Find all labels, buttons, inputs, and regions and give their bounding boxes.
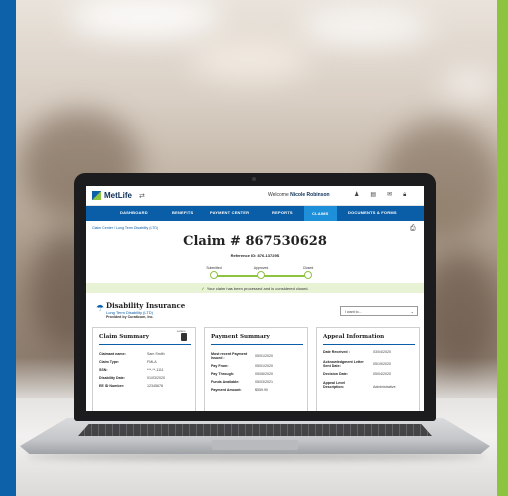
row-value: Sam Smith [147, 352, 165, 356]
lock-icon[interactable]: 🔒︎ [403, 191, 406, 199]
welcome-message: Welcome Nicole Robinson [268, 192, 330, 198]
row-key: Payment Amount: [211, 388, 242, 392]
claim-reference: Reference ID: 876-13729S [230, 253, 280, 258]
status-banner-text: ✓ Your claim has been processed and is co… [86, 286, 424, 291]
user-icon[interactable]: ♟ [354, 191, 359, 199]
row-value: 05/03/2021 [255, 380, 273, 384]
brand-stripe-right [497, 0, 508, 496]
coverage-provider: Provided by Curaticum, Inc. [106, 315, 154, 319]
row-key: Funds Available: [211, 380, 240, 384]
chevron-down-icon: ⌄ [410, 309, 414, 314]
claim-summary-card: Claim Summary Letters Claimant name: Sam… [92, 327, 196, 411]
row-key: Claimant name: [99, 352, 126, 356]
card-divider [99, 344, 191, 345]
swap-icon[interactable]: ⇄ [139, 192, 145, 200]
step-label: Closed [302, 266, 314, 270]
row-key: Disability Date: [99, 376, 125, 380]
laptop-trackpad [212, 440, 298, 450]
logo-text: MetLife [104, 191, 132, 200]
appeal-info-title: Appeal Information [323, 334, 385, 340]
breadcrumb[interactable]: Claim Center / Long Term Disability (LTD… [92, 226, 158, 230]
nav-payment-center[interactable]: PAYMENT CENTER [210, 210, 249, 215]
umbrella-icon: ☂ [96, 303, 105, 313]
row-value: 01/03/2020 [147, 376, 165, 380]
step-approved-check-icon [257, 271, 265, 279]
payment-summary-title: Payment Summary [211, 334, 270, 340]
camera-icon [252, 177, 256, 181]
row-value: 05/01/2020 [255, 364, 273, 368]
laptop-keyboard [78, 424, 432, 436]
row-value: 12345678 [147, 384, 163, 388]
row-key: Pay From: [211, 364, 229, 368]
metlife-logo[interactable]: MetLife ⇄ [92, 191, 145, 200]
row-value: 05/19/2020 [373, 362, 391, 366]
row-key: Most recent Payment Issued : [211, 352, 248, 361]
main-nav: DASHBOARD BENEFITS PAYMENT CENTER REPORT… [86, 206, 424, 221]
nav-reports[interactable]: REPORTS [272, 210, 293, 215]
document-download-icon[interactable] [181, 333, 187, 341]
row-key: Decision Date: [323, 372, 348, 376]
laptop-screen: MetLife ⇄ Welcome Nicole Robinson ♟ ▤ ✉ … [86, 186, 424, 411]
row-value: 05/04/2020 [373, 372, 391, 376]
laptop-lid: MetLife ⇄ Welcome Nicole Robinson ♟ ▤ ✉ … [74, 173, 436, 421]
card-divider [323, 344, 415, 345]
row-key: SSN: [99, 368, 108, 372]
action-select[interactable]: I want to... ⌄ [340, 306, 418, 316]
claim-title: Claim # 867530628 [183, 234, 327, 249]
status-banner-message: Your claim has been processed and is con… [206, 285, 309, 291]
coverage-title: Disability Insurance [106, 301, 186, 310]
claim-progress: Submitted Approved Closed [206, 266, 316, 280]
row-key: Acknowledgment Letter Sent Date: [323, 360, 364, 369]
action-select-value: I want to... [345, 309, 362, 314]
header-icons: ♟ ▤ ✉ 🔒︎ [354, 191, 406, 199]
mail-icon[interactable]: ✉ [387, 191, 392, 199]
claim-summary-title: Claim Summary [99, 334, 149, 340]
bokeh-light [190, 40, 310, 80]
row-value: FMLA [147, 360, 157, 364]
row-value: Administrative [373, 385, 396, 389]
bokeh-light [70, 0, 220, 38]
nav-claims[interactable]: CLAIMS [304, 206, 337, 221]
bokeh-light [440, 70, 500, 100]
row-value: 05/06/2020 [255, 372, 273, 376]
step-closed-check-icon [304, 271, 312, 279]
brand-stripe-left [0, 0, 16, 496]
step-submitted-check-icon [210, 271, 218, 279]
card-divider [211, 344, 303, 345]
welcome-prefix: Welcome [268, 192, 289, 198]
app-header: MetLife ⇄ Welcome Nicole Robinson ♟ ▤ ✉ … [86, 186, 424, 206]
nav-benefits[interactable]: BENEFITS [172, 210, 193, 215]
bokeh-light [300, 8, 430, 46]
payment-summary-card: Payment Summary Most recent Payment Issu… [204, 327, 308, 411]
document-icon[interactable]: ▤ [370, 191, 376, 199]
check-circle-icon: ✓ [201, 285, 205, 291]
row-key: Appeal Level Description: [323, 381, 346, 390]
print-icon[interactable]: ⎙ [410, 225, 416, 233]
row-value: $559.90 [255, 388, 268, 392]
row-key: EE ID Number: [99, 384, 125, 388]
appeal-info-card: Appeal Information Date Received : 03/04… [316, 327, 420, 411]
row-value: 03/04/2020 [373, 350, 391, 354]
nav-dashboard[interactable]: DASHBOARD [120, 210, 148, 215]
step-label: Approved [253, 266, 269, 270]
row-key: Pay Through: [211, 372, 235, 376]
status-banner: ✓ Your claim has been processed and is co… [86, 283, 424, 293]
metlife-logo-icon [92, 191, 101, 200]
row-value: 05/01/2020 [255, 354, 273, 358]
row-key: Date Received : [323, 350, 350, 354]
nav-documents-forms[interactable]: DOCUMENTS & FORMS [348, 210, 397, 215]
row-key: Claim Type: [99, 360, 120, 364]
step-label: Submitted [206, 266, 222, 270]
row-value: ***-**-1111 [147, 368, 164, 372]
user-name: Nicole Robinson [290, 192, 330, 198]
